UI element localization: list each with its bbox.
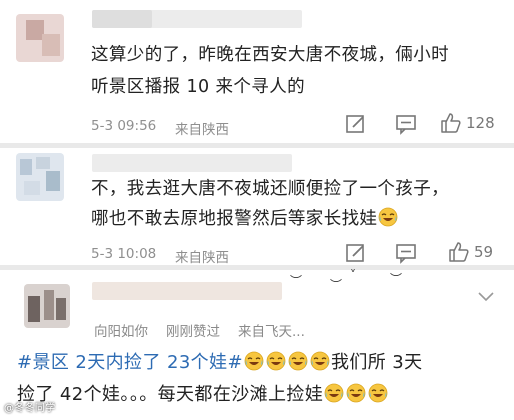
laughing-tears-emoji [324,383,344,403]
edit-icon [346,115,364,133]
laughing-tears-emoji [310,351,330,371]
avatar[interactable] [16,14,64,62]
avatar[interactable] [16,153,64,201]
author-meta-liked: 刚刚赞过 [166,324,220,340]
comment-text: 听景区播报 10 来个寻人的 [91,77,305,97]
comment-text-part: 哪也不敢去原地报警然后等家长找娃 [91,209,378,229]
comment-button[interactable] [395,242,417,264]
laughing-tears-emoji [346,383,366,403]
bird-doodle: ︶ [330,278,343,292]
post-text: #景区 2天内捡了 23个娃# 我们所 3天 [17,348,423,378]
edit-icon [346,244,364,262]
laughing-tears-emoji [379,207,398,227]
comment-icon [396,244,416,264]
thumbs-up-icon [449,242,469,262]
bird-doodle: ︶ [390,272,403,286]
comment-text: 不，我去逛大唐不夜城还顺便捡了一个孩子， [91,179,449,199]
comment-location: 来自陕西 [175,250,229,266]
comment-button[interactable] [395,113,417,135]
like-count: 59 [474,243,494,261]
comment-item: 不，我去逛大唐不夜城还顺便捡了一个孩子， 哪也不敢去原地报警然后等家长找娃 5-… [0,148,514,266]
comment-icon [396,115,416,135]
edit-button[interactable] [345,242,367,264]
author-meta-name: 向阳如你 [94,324,148,340]
comment-item: 这算少的了，昨晚在西安大唐不夜城，倆小时 听景区播报 10 来个寻人的 5-3 … [0,0,514,143]
post-text-part: 捡了 42个娃。。。每天都在沙滩上捡娃 [17,384,324,405]
laughing-tears-emoji [288,351,308,371]
like-count: 128 [466,114,495,132]
watermark: @冬冬同学 [4,403,56,414]
laughing-tears-emoji [244,351,264,371]
username-redacted[interactable] [92,282,282,300]
username-redacted[interactable] [92,154,292,172]
chevron-down-icon[interactable] [478,292,494,302]
laughing-tears-emoji [368,383,388,403]
post-item: ︶ ︶ ︶ ˅ 向阳如你 刚刚赞过 来自飞天... #景区 2天内捡了 23个娃… [0,268,514,420]
bird-doodle: ︶ [290,274,303,288]
laughing-tears-emoji [266,351,286,371]
thumbs-up-icon [441,113,461,133]
comment-time: 5-3 09:56 [91,118,157,134]
username-redacted [92,10,152,28]
comment-time: 5-3 10:08 [91,246,157,262]
post-text-part: 我们所 3天 [330,352,423,373]
comment-text: 哪也不敢去原地报警然后等家长找娃 [91,204,399,234]
author-meta-source: 来自飞天... [238,324,305,340]
post-text: 捡了 42个娃。。。每天都在沙滩上捡娃 [17,380,389,410]
like-button[interactable]: 59 [448,241,493,263]
bird-doodle: ˅ [350,268,356,282]
comment-text: 这算少的了，昨晚在西安大唐不夜城，倆小时 [91,45,449,65]
edit-button[interactable] [345,113,367,135]
hashtag-link[interactable]: #景区 2天内捡了 23个娃# [17,352,243,373]
avatar[interactable] [24,284,70,328]
comment-location: 来自陕西 [175,122,229,138]
like-button[interactable]: 128 [440,112,495,134]
